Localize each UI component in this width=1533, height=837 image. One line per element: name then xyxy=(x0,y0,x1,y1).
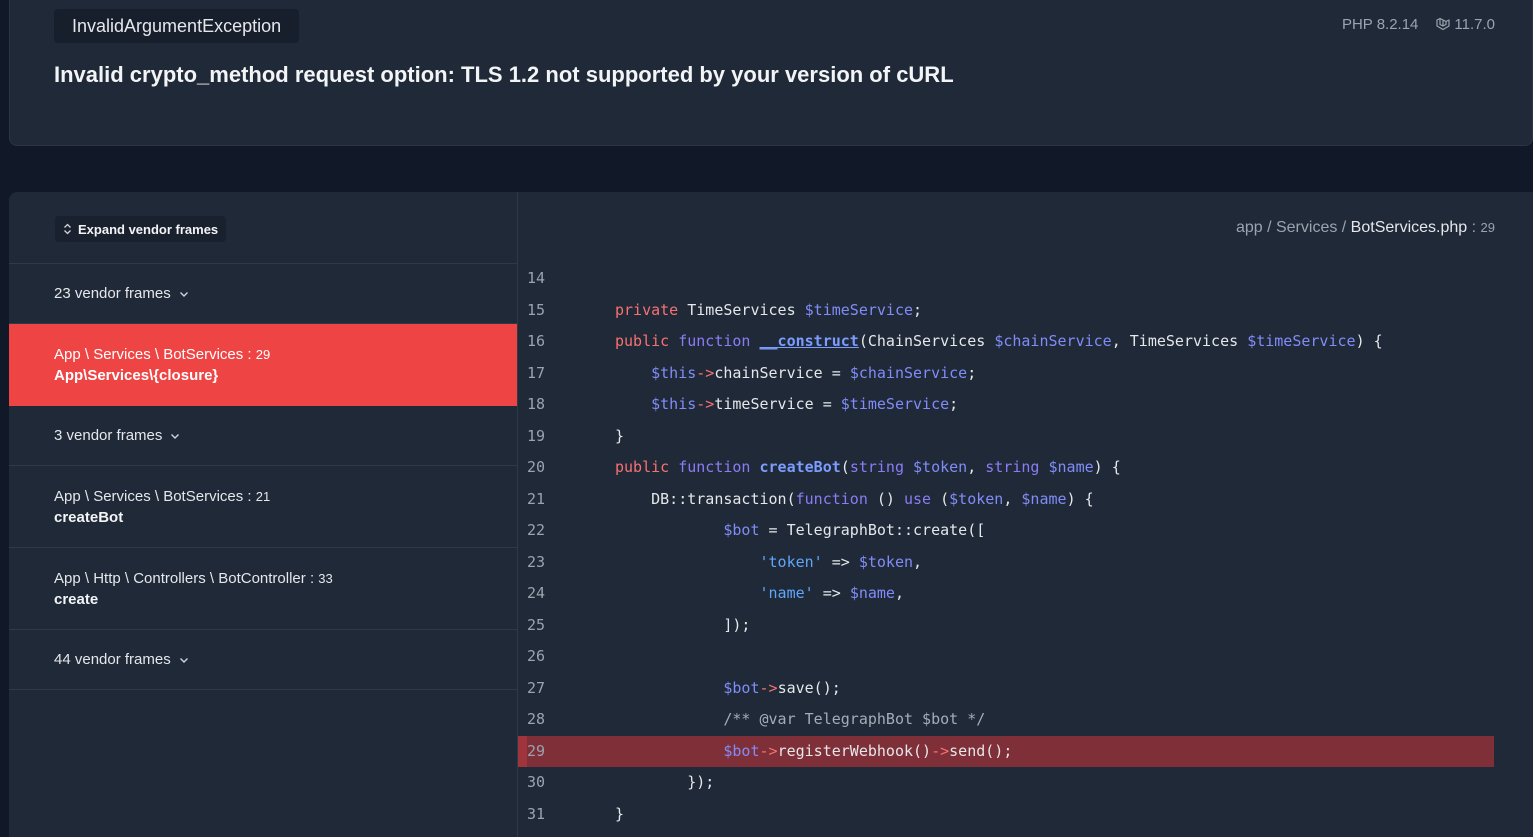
vendor-frames-toggle-23[interactable]: 23 vendor frames xyxy=(9,264,517,324)
laravel-version-group: 11.7.0 xyxy=(1436,16,1495,33)
expand-row: Expand vendor frames xyxy=(9,192,517,264)
chevron-down-icon xyxy=(179,291,188,297)
vendor-frames-label: 3 vendor frames xyxy=(54,427,163,444)
line-number: 18 xyxy=(527,395,546,413)
file-line-number: 29 xyxy=(1480,220,1495,235)
vendor-frames-toggle-3[interactable]: 3 vendor frames xyxy=(9,406,517,466)
vendor-frames-label: 23 vendor frames xyxy=(54,285,171,302)
line-code: 'name' => $name, xyxy=(759,584,905,602)
frame-line: 29 xyxy=(255,346,271,362)
line-code: DB::transaction(function () use ($token,… xyxy=(615,489,1094,508)
line-code: public function createBot(string $token,… xyxy=(615,458,1121,476)
line-number: 27 xyxy=(527,678,546,697)
line-code: /** @var TelegraphBot $bot */ xyxy=(723,710,986,728)
line-number: 16 xyxy=(527,332,546,350)
expand-vendor-frames-button[interactable]: Expand vendor frames xyxy=(55,216,227,242)
line-code: $bot = TelegraphBot::create([ xyxy=(723,521,986,539)
frame-class: App \ Services \ BotServices : 29 xyxy=(54,345,271,363)
line-code: } xyxy=(615,426,625,445)
code-line: 21 DB::transaction(function () use ($tok… xyxy=(518,484,1494,516)
code-line: 20 public function createBot(string $toke… xyxy=(518,452,1494,484)
code-line: 16 public function __construct(ChainServi… xyxy=(518,326,1494,358)
frame-class: App \ Http \ Controllers \ BotController… xyxy=(54,569,333,587)
frame-function: createBot xyxy=(54,508,124,526)
code-line: 31} xyxy=(518,799,1494,831)
line-code: } xyxy=(615,804,625,823)
line-number: 25 xyxy=(527,615,546,634)
line-code: $this->chainService = $chainService; xyxy=(651,363,977,382)
vendor-frames-label: 44 vendor frames xyxy=(54,651,171,668)
line-number: 28 xyxy=(527,710,546,728)
code-line: 24 'name' => $name, xyxy=(518,578,1494,610)
laravel-logo-icon xyxy=(1436,17,1451,31)
line-code: $this->timeService = $timeService; xyxy=(651,395,959,413)
code-line: 17 $this->chainService = $chainService; xyxy=(518,358,1494,390)
line-number: 14 xyxy=(527,269,546,287)
file-path[interactable]: app / Services / BotServices.php : 29 xyxy=(1236,219,1495,237)
line-number: 22 xyxy=(527,521,546,539)
frame-function: create xyxy=(54,590,99,608)
file-name: BotServices.php xyxy=(1350,219,1468,236)
line-number: 23 xyxy=(527,552,546,571)
laravel-version: 11.7.0 xyxy=(1454,16,1495,33)
frame-class-name: App \ Services \ BotServices xyxy=(54,345,244,363)
stack-frame[interactable]: App \ Http \ Controllers \ BotController… xyxy=(9,548,517,630)
php-version: PHP 8.2.14 xyxy=(1341,16,1419,33)
code-line: 14 xyxy=(518,263,1494,295)
frame-function: App\Services\{closure} xyxy=(54,366,219,384)
line-number: 30 xyxy=(527,773,546,791)
line-code: }); xyxy=(615,773,715,791)
line-code: ]); xyxy=(615,615,751,634)
vendor-frames-toggle-44[interactable]: 44 vendor frames xyxy=(9,630,517,690)
line-number: 19 xyxy=(527,426,546,445)
code-line: 29 $bot->registerWebhook()->send(); xyxy=(518,735,1494,767)
stack-trace-panel: Expand vendor frames 23 vendor frames Ap… xyxy=(9,192,1533,837)
code-line: 22 $bot = TelegraphBot::create([ xyxy=(518,515,1494,547)
chevron-down-icon xyxy=(179,657,188,663)
line-code: private TimeServices $timeService; xyxy=(615,300,923,319)
code-line: 15 private TimeServices $timeService; xyxy=(518,295,1494,327)
expand-vendor-frames-label: Expand vendor frames xyxy=(78,221,219,237)
line-number: 31 xyxy=(527,804,546,823)
up-down-chevron-icon xyxy=(64,223,71,235)
code-line: 26 xyxy=(518,641,1494,673)
code-line: 28 /** @var TelegraphBot $bot */ xyxy=(518,704,1494,736)
file-path-prefix: app / Services / xyxy=(1235,219,1351,236)
frame-line: 21 xyxy=(255,488,271,504)
line-code: public function __construct(ChainService… xyxy=(615,332,1383,350)
frame-class-name: App \ Services \ BotServices xyxy=(54,487,244,505)
code-line: 19} xyxy=(518,421,1494,453)
stack-frame[interactable]: App \ Services \ BotServices : 21 create… xyxy=(9,466,517,548)
line-code: $bot->save(); xyxy=(723,678,841,697)
line-number: 17 xyxy=(527,363,546,382)
code-viewer: app / Services / BotServices.php : 29 14… xyxy=(518,192,1533,837)
line-code: $bot->registerWebhook()->send(); xyxy=(723,741,1013,760)
exception-header: InvalidArgumentException Invalid crypto_… xyxy=(9,0,1533,146)
version-info: PHP 8.2.14 11.7.0 xyxy=(1342,16,1495,33)
line-number: 24 xyxy=(527,584,546,602)
line-number: 15 xyxy=(527,300,546,319)
line-number: 20 xyxy=(527,458,546,476)
code-line: 27 $bot->save(); xyxy=(518,673,1494,705)
exception-class-badge: InvalidArgumentException xyxy=(54,9,300,43)
frame-class: App \ Services \ BotServices : 21 xyxy=(54,487,271,505)
code-line: 25 ]); xyxy=(518,610,1494,642)
frame-class-name: App \ Http \ Controllers \ BotController xyxy=(54,569,306,587)
line-number: 21 xyxy=(527,489,546,508)
code-line: 23 'token' => $token, xyxy=(518,547,1494,579)
code-line: 18 $this->timeService = $timeService; xyxy=(518,389,1494,421)
line-code: 'token' => $token, xyxy=(759,552,923,571)
line-number: 29 xyxy=(527,735,555,767)
chevron-down-icon xyxy=(171,433,180,439)
code-line: 30 }); xyxy=(518,767,1494,799)
exception-message: Invalid crypto_method request option: TL… xyxy=(54,62,954,87)
code-snippet: 14 15 private TimeServices $timeService; 16… xyxy=(518,263,1494,830)
line-number: 26 xyxy=(527,647,546,665)
file-line-separator: : xyxy=(1467,219,1481,236)
stack-frame-active[interactable]: App \ Services \ BotServices : 29 App\Se… xyxy=(9,324,517,406)
frames-sidebar: Expand vendor frames 23 vendor frames Ap… xyxy=(9,192,518,837)
frame-line: 33 xyxy=(318,570,333,586)
